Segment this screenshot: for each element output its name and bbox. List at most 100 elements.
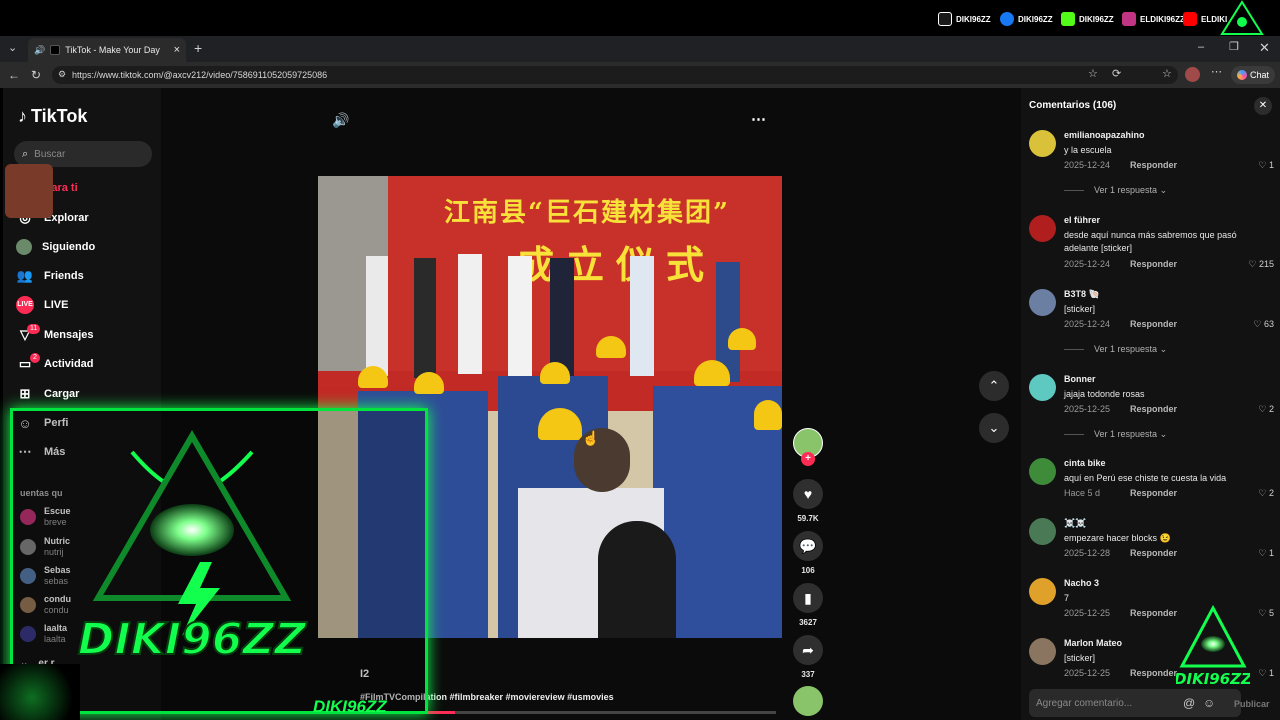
volume-icon[interactable]: 🔊 [332, 112, 349, 129]
sidebar-item-cargar[interactable]: ⊞ Cargar [16, 383, 80, 405]
close-window-icon[interactable]: ✕ [1259, 41, 1270, 54]
avatar[interactable] [1029, 374, 1056, 401]
webcam-feed [5, 164, 53, 218]
share-count: 337 [801, 670, 815, 679]
activity-badge: 2 [30, 353, 40, 363]
overlay-brand-text: DIKI96ZZ [78, 614, 307, 665]
reload-icon[interactable]: ↻ [31, 69, 41, 81]
comment-username[interactable]: Bonner [1064, 374, 1096, 384]
social-facebook: DIKI96ZZ [1000, 11, 1053, 27]
comment-item: B3T8 🐚 [sticker] 2025-12-24 Responder ♡ 63 [1029, 289, 1277, 333]
comment-username[interactable]: emilianoapazahino [1064, 130, 1145, 140]
comment-username[interactable]: el führer [1064, 215, 1100, 225]
overlay-footer-brand: DIKI96ZZ [313, 697, 387, 716]
comment-like-button[interactable]: ♡ 63 [1253, 319, 1274, 330]
comment-text: [sticker] [1064, 304, 1096, 314]
view-replies-button[interactable]: Ver 1 respuesta ⌄ [1064, 185, 1167, 196]
messages-badge: 11 [27, 324, 41, 334]
view-replies-label: Ver 1 respuesta [1094, 185, 1158, 195]
previous-video-button[interactable]: ⌃ [979, 371, 1009, 401]
like-button[interactable]: ♥ [793, 479, 823, 509]
live-icon: LIVE [16, 296, 34, 314]
view-replies-button[interactable]: Ver 1 respuesta ⌄ [1064, 429, 1167, 440]
comment-like-button[interactable]: ♡ 1 [1258, 548, 1274, 559]
comment-like-button[interactable]: ♡ 215 [1248, 259, 1274, 270]
follow-plus-button[interactable]: + [801, 452, 815, 466]
comment-button[interactable]: 💬 [793, 531, 823, 561]
music-disc[interactable] [793, 686, 823, 716]
emoji-icon[interactable]: ☺ [1203, 696, 1215, 710]
avatar[interactable] [1029, 289, 1056, 316]
reply-button[interactable]: Responder [1130, 160, 1177, 170]
reply-button[interactable]: Responder [1130, 404, 1177, 414]
avatar[interactable] [1029, 578, 1056, 605]
close-comments-icon[interactable]: ✕ [1254, 97, 1272, 115]
browser-tab[interactable]: 🔊 TikTok - Make Your Day × [28, 38, 186, 62]
tiktok-icon [938, 12, 952, 26]
sidebar-item-friends[interactable]: 👥 Friends [16, 265, 84, 287]
comment-like-button[interactable]: ♡ 1 [1258, 668, 1274, 679]
save-button[interactable]: ▮ [793, 583, 823, 613]
comment-username[interactable]: cinta bike [1064, 458, 1106, 468]
sidebar-item-live[interactable]: LIVE LIVE [16, 294, 68, 316]
comment-username[interactable]: Marlon Mateo [1064, 638, 1122, 648]
comment-username[interactable]: ☠️☠️ [1064, 518, 1086, 529]
comment-text: aquí en Perú ese chiste te cuesta la vid… [1064, 473, 1227, 483]
comment-username[interactable]: B3T8 🐚 [1064, 289, 1100, 300]
reply-button[interactable]: Responder [1130, 548, 1177, 558]
share-icon: ➦ [802, 641, 814, 658]
close-tab-icon[interactable]: × [174, 44, 180, 56]
avatar[interactable] [1029, 458, 1056, 485]
official-figure [550, 258, 574, 378]
extensions-icon[interactable]: ⟳ [1112, 69, 1121, 80]
address-bar[interactable]: https://www.tiktok.com/@axcv212/video/75… [52, 66, 1178, 84]
comment-like-button[interactable]: ♡ 2 [1258, 404, 1274, 415]
official-figure [458, 254, 482, 374]
site-info-icon[interactable]: ⚙ [58, 70, 66, 79]
video-options-icon[interactable]: ⋯ [751, 110, 766, 128]
comment-item: cinta bike aquí en Perú ese chiste te cue… [1029, 458, 1277, 502]
comment-like-button[interactable]: ♡ 5 [1258, 608, 1274, 619]
reply-button[interactable]: Responder [1130, 259, 1177, 269]
back-icon[interactable]: ← [8, 69, 20, 81]
favorite-star-icon[interactable]: ☆ [1088, 69, 1098, 80]
reply-button[interactable]: Responder [1130, 319, 1177, 329]
profile-avatar[interactable] [1185, 67, 1200, 82]
comments-title: Comentarios (106) [1029, 100, 1117, 111]
sidebar-item-actividad[interactable]: ▭ Actividad [16, 353, 94, 375]
browser-menu-icon[interactable]: ⋯ [1211, 67, 1222, 78]
facebook-icon [1000, 12, 1014, 26]
view-replies-button[interactable]: Ver 1 respuesta ⌄ [1064, 344, 1167, 355]
hardhat [596, 336, 626, 358]
avatar[interactable] [1029, 130, 1056, 157]
tiktok-logo[interactable]: ♪ TikTok [18, 106, 87, 127]
restore-icon[interactable]: ❐ [1229, 42, 1239, 53]
avatar[interactable] [1029, 215, 1056, 242]
kick-icon [1061, 12, 1075, 26]
comment-date: 2025-12-24 [1064, 160, 1111, 170]
reply-button[interactable]: Responder [1130, 668, 1177, 678]
comment-text: y la escuela [1064, 145, 1112, 155]
minimize-icon[interactable]: – [1198, 42, 1204, 53]
new-tab-icon[interactable]: + [194, 41, 202, 55]
upload-icon: ⊞ [19, 386, 31, 401]
favorites-icon[interactable]: ☆ [1162, 69, 1172, 80]
avatar[interactable] [1029, 518, 1056, 545]
hardhat [728, 328, 756, 350]
sidebar-item-siguiendo[interactable]: Siguiendo [16, 236, 95, 258]
youtube-icon [1183, 12, 1197, 26]
share-button[interactable]: ➦ [793, 635, 823, 665]
reply-button[interactable]: Responder [1130, 488, 1177, 498]
reply-button[interactable]: Responder [1130, 608, 1177, 618]
comment-like-button[interactable]: ♡ 1 [1258, 160, 1274, 171]
next-video-button[interactable]: ⌄ [979, 413, 1009, 443]
copilot-chat-button[interactable]: Chat [1231, 66, 1275, 84]
tab-list-chevron-icon[interactable]: ⌄ [8, 43, 17, 54]
mention-icon[interactable]: @ [1183, 696, 1195, 710]
mouse-cursor-icon: ☝ [582, 430, 600, 446]
comment-like-button[interactable]: ♡ 2 [1258, 488, 1274, 499]
hardhat [540, 362, 570, 384]
publish-button[interactable]: Publicar [1234, 699, 1270, 709]
avatar[interactable] [1029, 638, 1056, 665]
comment-username[interactable]: Nacho 3 [1064, 578, 1099, 588]
